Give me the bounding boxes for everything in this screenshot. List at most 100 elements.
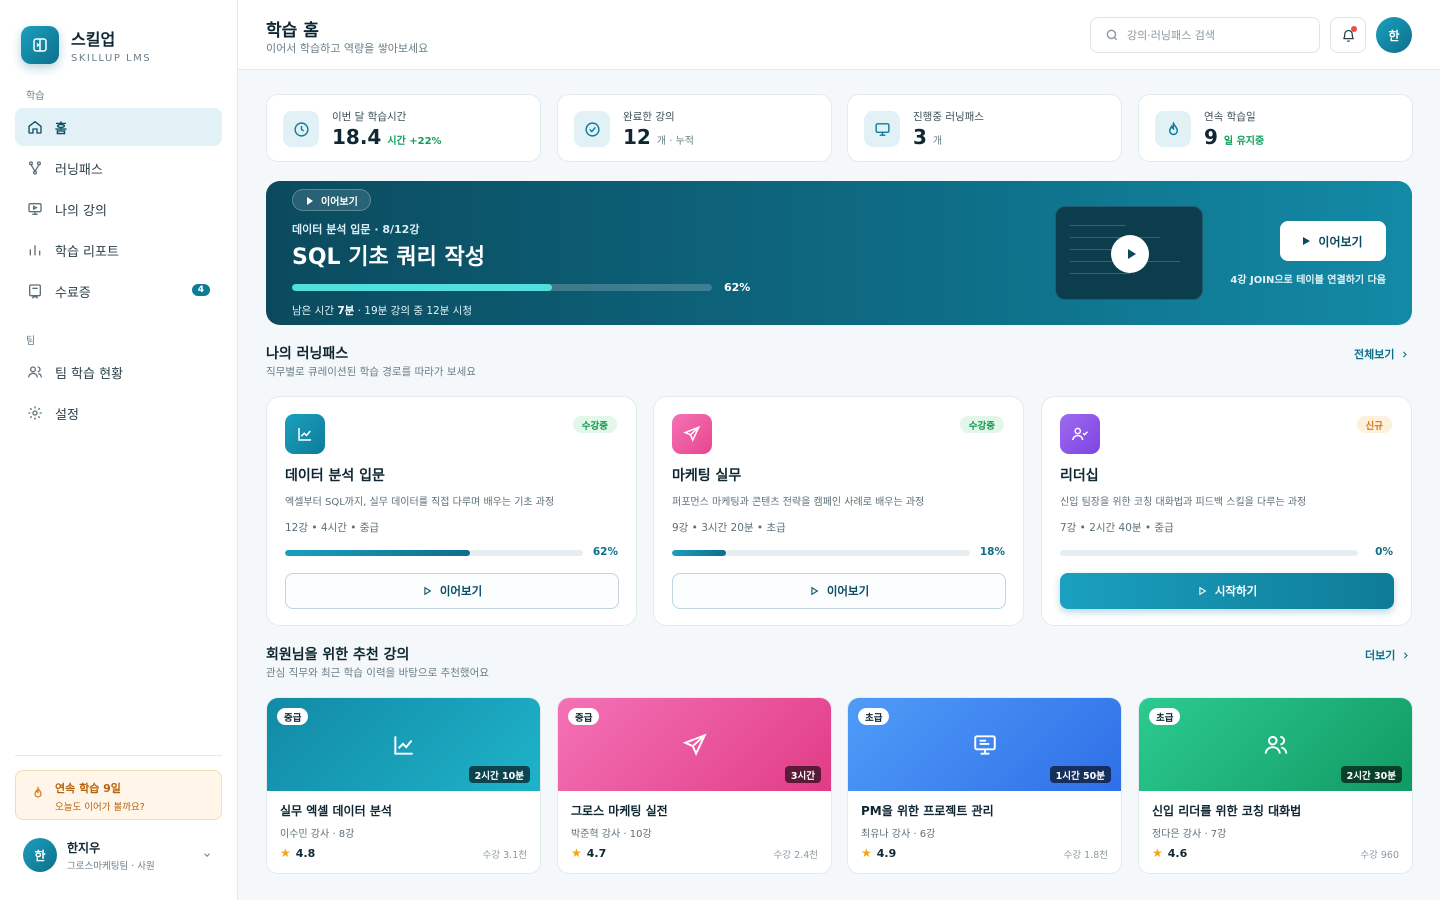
path-progress-percent: 0% (1375, 546, 1393, 558)
brand-name: 스킬업 (71, 30, 116, 49)
users-icon (1264, 735, 1287, 754)
path-progress-fill (672, 550, 726, 556)
video-thumbnail[interactable] (1055, 206, 1203, 300)
gear-icon (28, 406, 42, 420)
course-card[interactable]: 중급 3시간 그로스 마케팅 실전 박준혁 강사 · 10강 ★ 4.7 수강 2… (557, 697, 832, 874)
start-path-button[interactable]: 시작하기 (1060, 573, 1394, 609)
search-input[interactable] (1127, 28, 1307, 42)
nav-section-team: 팀 (26, 336, 36, 347)
sidebar-item-home[interactable]: 홈 (15, 108, 222, 146)
sidebar-item-label: 수료증 (55, 285, 91, 301)
enroll-count: 수강 2.4천 (773, 850, 818, 861)
search-box[interactable] (1090, 17, 1320, 53)
recommend-subtitle: 관심 직무와 최근 학습 이력을 바탕으로 추천했어요 (266, 667, 489, 679)
sidebar-item-settings[interactable]: 설정 (15, 394, 222, 432)
path-description: 퍼포먼스 마케팅과 콘텐츠 전략을 캠페인 사례로 배우는 과정 (672, 497, 925, 508)
course-instructor: 박준혁 강사 · 10강 (571, 829, 652, 840)
home-icon (28, 120, 42, 134)
thumb-line (1070, 225, 1126, 226)
line-chart-icon (285, 414, 325, 454)
hero-progress-bar (292, 284, 712, 291)
course-card[interactable]: 초급 2시간 30분 신입 리더를 위한 코칭 대화법 정다은 강사 · 7강 … (1138, 697, 1413, 874)
send-icon (672, 414, 712, 454)
duration-badge: 2시간 10분 (468, 766, 530, 783)
sidebar-item-report[interactable]: 학습 리포트 (15, 231, 222, 269)
sidebar: 스킬업 SKILLUP LMS 학습 홈 러닝패스 나의 강의 학습 리포트 수… (0, 0, 238, 900)
topbar: 학습 홈 이어서 학습하고 역량을 쌓아보세요 한 (238, 0, 1440, 70)
continue-button[interactable]: 이어보기 (1280, 221, 1386, 261)
level-badge: 초급 (858, 708, 890, 725)
notification-button[interactable] (1330, 17, 1366, 53)
path-title: 데이터 분석 입문 (285, 468, 385, 484)
path-progress-fill (285, 550, 470, 556)
course-instructor: 이수민 강사 · 8강 (280, 829, 355, 840)
stat-card-paths: 진행중 러닝패스 3개 (847, 94, 1122, 162)
stat-label: 진행중 러닝패스 (913, 111, 984, 123)
monitor-icon (864, 111, 900, 147)
stat-label: 이번 달 학습시간 (332, 111, 407, 123)
course-card[interactable]: 초급 1시간 50분 PM을 위한 프로젝트 관리 최유나 강사 · 6강 ★ 4… (847, 697, 1122, 874)
notification-dot (1351, 26, 1357, 32)
sidebar-item-label: 홈 (55, 121, 67, 137)
user-name: 한지우 (67, 840, 101, 855)
monitor-icon (28, 203, 42, 215)
stat-card-study-time: 이번 달 학습시간 18.4 시간 +22% (266, 94, 541, 162)
sidebar-item-label: 러닝패스 (55, 162, 103, 178)
continue-path-button[interactable]: 이어보기 (672, 573, 1006, 609)
sidebar-item-learning-path[interactable]: 러닝패스 (15, 149, 222, 187)
learning-path-card[interactable]: 수강중 데이터 분석 입문 엑셀부터 SQL까지, 실무 데이터를 직접 다루며… (266, 396, 637, 626)
check-circle-icon (574, 111, 610, 147)
sidebar-item-label: 설정 (55, 407, 79, 423)
chevron-right-icon (1403, 350, 1408, 358)
course-title: 실무 엑셀 데이터 분석 (280, 804, 392, 818)
streak-card[interactable]: 연속 학습 9일 오늘도 이어가 볼까요? (15, 770, 222, 820)
recommend-title: 회원님을 위한 추천 강의 (266, 647, 410, 663)
sidebar-item-label: 팀 학습 현황 (55, 366, 124, 382)
brand-sub: SKILLUP LMS (71, 53, 152, 64)
path-description: 엑셀부터 SQL까지, 실무 데이터를 직접 다루며 배우는 기초 과정 (285, 497, 555, 508)
duration-badge: 1시간 50분 (1049, 766, 1111, 783)
certificate-count-badge: 4 (191, 284, 210, 296)
course-title: 그로스 마케팅 실전 (571, 804, 668, 818)
sidebar-item-label: 학습 리포트 (55, 244, 119, 260)
course-thumbnail: 초급 2시간 30분 (1139, 698, 1412, 791)
sidebar-item-my-courses[interactable]: 나의 강의 (15, 190, 222, 228)
learning-path-card[interactable]: 수강중 마케팅 실무 퍼포먼스 마케팅과 콘텐츠 전략을 캠페인 사례로 배우는… (653, 396, 1024, 626)
chevron-right-icon (1404, 651, 1409, 659)
stat-label: 완료한 강의 (623, 111, 675, 123)
star-icon: ★ (280, 846, 291, 860)
play-outline-icon (1199, 586, 1207, 596)
enroll-count: 수강 1.8천 (1063, 850, 1108, 861)
sidebar-item-team-status[interactable]: 팀 학습 현황 (15, 353, 222, 391)
sidebar-divider (15, 755, 222, 756)
play-button[interactable] (1111, 235, 1149, 273)
play-icon (1127, 249, 1136, 259)
chevron-down-icon[interactable] (202, 850, 212, 860)
view-all-link[interactable]: 전체보기 (1354, 346, 1409, 362)
sidebar-item-certificate[interactable]: 수료증 4 (15, 272, 222, 310)
brand[interactable]: 스킬업 SKILLUP LMS (21, 26, 151, 64)
path-meta: 7강 • 2시간 40분 • 중급 (1060, 522, 1174, 534)
path-meta: 12강 • 4시간 • 중급 (285, 522, 380, 534)
course-rating: ★ 4.6 (1152, 846, 1188, 860)
level-badge: 중급 (277, 708, 309, 725)
course-card[interactable]: 중급 2시간 10분 실무 엑셀 데이터 분석 이수민 강사 · 8강 ★ 4.8… (266, 697, 541, 874)
bar-chart-icon (29, 245, 41, 256)
duration-badge: 2시간 30분 (1340, 766, 1402, 783)
level-badge: 초급 (1149, 708, 1181, 725)
stat-value: 18.4 시간 +22% (332, 125, 442, 149)
user-profile[interactable]: 한 한지우 그로스마케팅팀 · 사원 (23, 838, 218, 872)
nav-section-learning: 학습 (26, 91, 45, 102)
hero-progress-fill (292, 284, 553, 291)
stat-value: 9일 유지중 (1204, 125, 1265, 149)
status-badge: 신규 (1356, 416, 1392, 433)
hero-lesson-title: SQL 기초 쿼리 작성 (292, 245, 485, 270)
continue-path-button[interactable]: 이어보기 (285, 573, 619, 609)
more-link[interactable]: 더보기 (1365, 647, 1410, 663)
course-rating: ★ 4.8 (280, 846, 316, 860)
header-avatar[interactable]: 한 (1376, 17, 1412, 53)
star-icon: ★ (571, 846, 582, 860)
learning-path-card[interactable]: 신규 리더십 신입 팀장을 위한 코칭 대화법과 피드백 스킬을 다루는 과정 … (1041, 396, 1412, 626)
path-title: 리더십 (1060, 468, 1099, 484)
stat-label: 연속 학습일 (1204, 111, 1256, 123)
